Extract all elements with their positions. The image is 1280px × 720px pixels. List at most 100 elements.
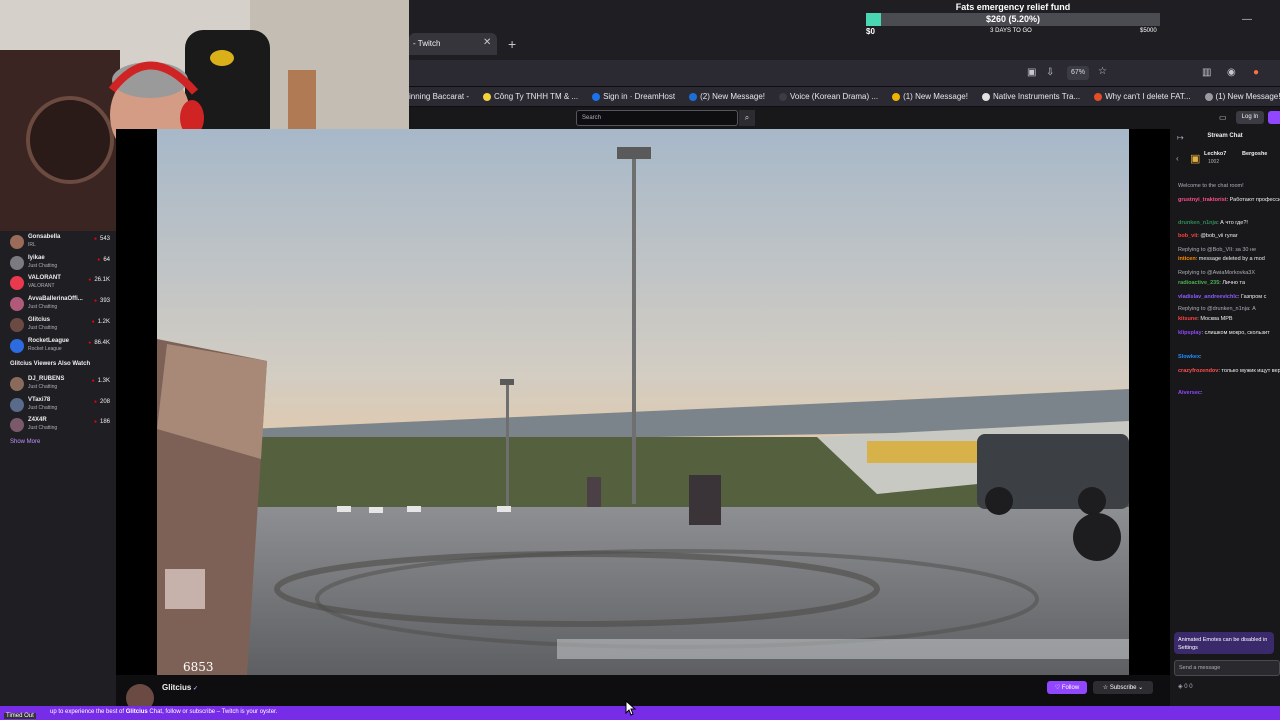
zoom-level[interactable]: 67% bbox=[1067, 66, 1089, 80]
fund-goal: $5000 bbox=[1140, 28, 1157, 34]
picture-in-picture-icon[interactable]: ▣ bbox=[1027, 67, 1036, 78]
chat-message: Aiversec: bbox=[1178, 390, 1280, 397]
bookmark-item[interactable]: (1) New Message! bbox=[892, 92, 968, 101]
bookmark-label: (2) New Message! bbox=[700, 92, 766, 101]
channel-name: Gonsabella bbox=[28, 234, 61, 240]
sidebar-channel[interactable]: IyikaeJust Chatting 64 bbox=[8, 254, 112, 274]
channel-name[interactable]: Glitcius bbox=[162, 683, 198, 692]
bookmark-favicon-icon bbox=[689, 92, 698, 101]
chat-username[interactable]: vladislav_andreevichlc bbox=[1178, 294, 1238, 300]
sidebar-channel[interactable]: Gonsabella IRL 543 bbox=[8, 233, 112, 253]
bookmark-item[interactable]: Công Ty TNHH TM & ... bbox=[483, 92, 578, 101]
sidebar-channel[interactable]: DJ_RUBENS Just Chatting 1.3K bbox=[8, 375, 112, 395]
chat-username[interactable]: kitsune bbox=[1178, 316, 1197, 322]
bookmark-favicon-icon bbox=[483, 92, 492, 101]
viewer-count: 26.1K bbox=[88, 277, 110, 283]
chat-username[interactable]: grustnyi_traktorist bbox=[1178, 197, 1227, 203]
bookmark-label: inning Baccarat - bbox=[409, 92, 470, 101]
chat-username[interactable]: klipsplay bbox=[1178, 330, 1202, 336]
banner-prefix: up to experience the best of bbox=[50, 709, 125, 715]
bookmark-item[interactable]: Voice (Korean Drama) ... bbox=[779, 92, 878, 101]
firefox-icon[interactable]: ● bbox=[1253, 67, 1259, 78]
new-tab-icon[interactable]: + bbox=[508, 36, 516, 52]
search-icon[interactable]: ⌕ bbox=[739, 110, 755, 126]
chat-input[interactable]: Send a message bbox=[1174, 660, 1280, 676]
chat-username[interactable]: inticen bbox=[1178, 256, 1196, 262]
chat-username[interactable]: crazyfrozendov bbox=[1178, 368, 1218, 374]
sidebar-channel[interactable]: VALORANTVALORANT 26.1K bbox=[8, 274, 112, 294]
bookmark-label: Voice (Korean Drama) ... bbox=[790, 92, 879, 101]
subscribe-label: Subscribe bbox=[1109, 685, 1137, 691]
search-input[interactable]: Search bbox=[576, 110, 738, 126]
bookmark-item[interactable]: Native Instruments Tra... bbox=[981, 92, 1081, 101]
bookmark-label: Native Instruments Tra... bbox=[992, 92, 1081, 101]
subscribe-button[interactable]: ☆ Subscribe ⌄ bbox=[1093, 681, 1153, 694]
fund-progress-bar: $260 (5.20%) bbox=[866, 13, 1160, 26]
bookmark-item[interactable]: Sign in · DreamHost bbox=[592, 92, 675, 101]
leader-name[interactable]: Lechko7 bbox=[1204, 151, 1226, 157]
prime-loot-icon[interactable]: ▭ bbox=[1219, 113, 1227, 122]
twitch-top-nav bbox=[409, 107, 1280, 129]
chat-message: drunken_n1nja: А что где?! bbox=[1178, 220, 1280, 227]
sidebar-channel[interactable]: AvvaBallerinaOffi...Just Chatting 393 bbox=[8, 295, 112, 315]
login-button[interactable]: Log In bbox=[1236, 111, 1264, 124]
sidebar-channel[interactable]: Z4X4RJust Chatting 186 bbox=[8, 416, 112, 436]
heart-icon: ♡ bbox=[1054, 685, 1062, 691]
chat-text: : Москва МРВ bbox=[1197, 316, 1233, 322]
points-value: 0 0 bbox=[1184, 684, 1193, 690]
chat-username[interactable]: Aiversec bbox=[1178, 390, 1201, 396]
download-icon[interactable]: ⇩ bbox=[1046, 67, 1054, 78]
avatar bbox=[10, 397, 24, 412]
chat-text: : Работают профессионалы bbox=[1226, 197, 1280, 203]
fund-days: 3 DAYS TO GO bbox=[990, 28, 1032, 34]
bookmark-item[interactable]: (2) New Message! bbox=[689, 92, 765, 101]
chat-message: bob_vii: @bob_vii гулаг bbox=[1178, 233, 1280, 240]
chat-username[interactable]: bob_vii bbox=[1178, 233, 1197, 239]
sidebar-channel[interactable]: GlitciusJust Chatting 1.2K bbox=[8, 316, 112, 336]
leader-name[interactable]: Bergoshe bbox=[1242, 151, 1267, 157]
channel-game: Just Chatting bbox=[28, 384, 58, 390]
channel-points[interactable]: ◈ 0 0 bbox=[1178, 683, 1193, 690]
chevron-left-icon[interactable]: ‹ bbox=[1176, 154, 1179, 163]
bookmark-label: Sign in · DreamHost bbox=[603, 92, 676, 101]
bookmark-item[interactable]: Why can't I delete FAT... bbox=[1094, 92, 1191, 101]
channel-name: VALORANT bbox=[28, 275, 61, 282]
chat-username[interactable]: radioactive_235 bbox=[1178, 280, 1219, 286]
avatar bbox=[10, 297, 24, 312]
bookmark-item[interactable]: inning Baccarat - bbox=[409, 92, 469, 101]
chat-title: Stream Chat bbox=[1207, 133, 1243, 139]
channel-name: Z4X4R bbox=[28, 417, 47, 424]
chat-message: klipsplay: слишком мокро, скользит bbox=[1178, 330, 1280, 337]
chat-username[interactable]: drunken_n1nja bbox=[1178, 220, 1217, 226]
sidebar-channel[interactable]: VTaxi78Just Chatting 208 bbox=[8, 396, 112, 416]
video-player[interactable] bbox=[116, 129, 1170, 675]
chat-text: : слишком мокро, скользит bbox=[1201, 330, 1270, 336]
chat-text: : message deleted by a mod bbox=[1195, 256, 1265, 262]
chat-text: Replying to @Bob_VII: за 30 не bbox=[1178, 247, 1257, 253]
bookmark-label: Công Ty TNHH TM & ... bbox=[494, 92, 579, 101]
channel-game: Just Chatting bbox=[28, 262, 58, 269]
avatar bbox=[10, 377, 24, 391]
banner-channel: Glitcius bbox=[125, 709, 148, 715]
fund-amount: $260 (5.20%) bbox=[985, 14, 1041, 24]
signup-button[interactable] bbox=[1268, 111, 1280, 124]
channel-game: VALORANT bbox=[28, 283, 55, 290]
sidebar-channel[interactable]: RocketLeagueRocket League 86.4K bbox=[8, 337, 112, 357]
viewer-count: 1.3K bbox=[92, 378, 110, 384]
account-icon[interactable]: ◉ bbox=[1227, 67, 1236, 78]
bookmark-star-icon[interactable]: ☆ bbox=[1098, 66, 1107, 77]
viewer-count: 543 bbox=[94, 236, 110, 242]
close-icon[interactable]: ✕ bbox=[483, 37, 491, 48]
bookmark-item[interactable]: (1) New Message! bbox=[1204, 92, 1280, 101]
chat-message: Replying to @Bob_VII: за 30 не bbox=[1178, 247, 1280, 254]
minimize-icon[interactable]: — bbox=[1242, 14, 1252, 25]
sidebar-icon[interactable]: ▥ bbox=[1202, 67, 1211, 78]
bookmark-label: Why can't I delete FAT... bbox=[1105, 92, 1191, 101]
chat-panel bbox=[1170, 129, 1280, 706]
chat-username[interactable]: Slowkex bbox=[1178, 354, 1200, 360]
emote-settings-note[interactable]: Animated Emotes can be disabled in Setti… bbox=[1174, 632, 1274, 654]
channel-game: Just Chatting bbox=[28, 304, 58, 311]
channel-game: Just Chatting bbox=[28, 404, 58, 411]
show-more-link[interactable]: Show More bbox=[10, 439, 40, 445]
follow-button[interactable]: ♡ Follow bbox=[1047, 681, 1087, 694]
